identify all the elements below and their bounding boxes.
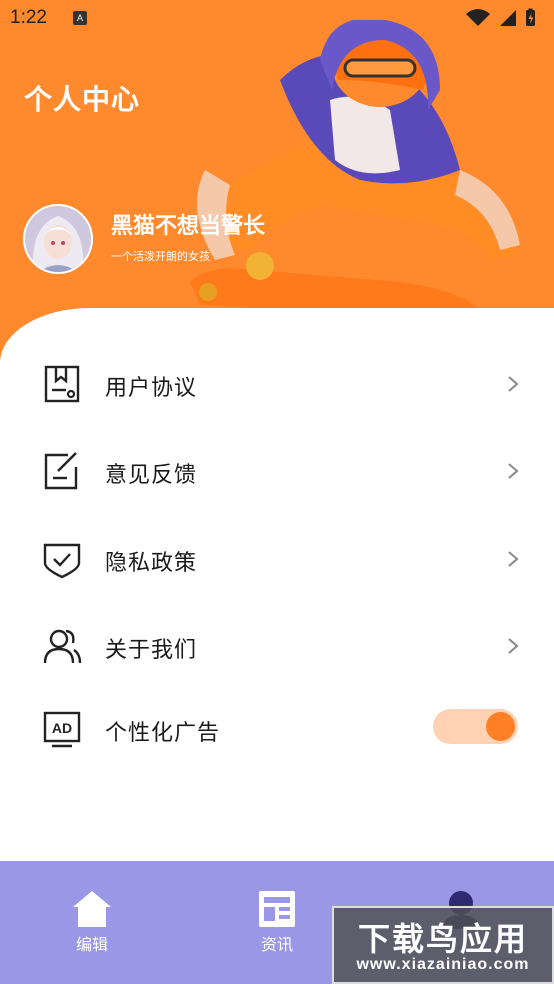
users-icon — [43, 629, 82, 664]
news-icon — [259, 891, 295, 927]
chevron-right-icon — [508, 376, 519, 392]
ad-icon: AD — [43, 711, 81, 748]
status-icons — [466, 8, 535, 26]
chevron-right-icon — [508, 551, 519, 567]
wifi-icon — [466, 9, 490, 26]
nav-label-edit: 编辑 — [75, 935, 108, 954]
menu-item-privacy-policy[interactable]: 隐私政策 — [0, 527, 554, 591]
notification-icon: A — [73, 11, 87, 25]
avatar[interactable] — [23, 204, 93, 274]
document-icon — [44, 365, 80, 403]
nav-item-news[interactable]: 资讯 — [212, 861, 342, 984]
chevron-right-icon — [508, 638, 519, 654]
toggle-knob — [486, 712, 515, 741]
page-title: 个人中心 — [24, 83, 141, 116]
menu-item-user-agreement[interactable]: 用户协议 — [0, 352, 554, 416]
menu-label-user-agreement: 用户协议 — [105, 376, 198, 401]
chevron-right-icon — [508, 463, 519, 479]
home-icon — [73, 891, 111, 927]
menu-item-about-us[interactable]: 关于我们 — [0, 614, 554, 678]
watermark-url: www.xiazainiao.com — [356, 956, 530, 973]
watermark: 下载鸟应用 www.xiazainiao.com — [332, 906, 554, 984]
settings-panel: 用户协议 意见反馈 隐私政策 关于我们 AD 个性化广告 — [0, 308, 554, 861]
nav-label-news: 资讯 — [260, 935, 293, 954]
menu-item-feedback[interactable]: 意见反馈 — [0, 439, 554, 503]
username: 黑猫不想当警长 — [111, 214, 266, 239]
user-bio: 一个活泼开朗的女孩 — [111, 250, 210, 263]
svg-text:AD: AD — [52, 720, 72, 736]
personalized-ads-toggle[interactable] — [433, 709, 518, 744]
watermark-title: 下载鸟应用 — [357, 920, 528, 958]
status-bar: 1:22 A — [0, 0, 554, 36]
shield-check-icon — [43, 543, 81, 579]
menu-label-personalized-ads: 个性化广告 — [105, 721, 221, 746]
menu-label-privacy-policy: 隐私政策 — [105, 551, 198, 576]
menu-label-about-us: 关于我们 — [105, 638, 198, 663]
profile-header: 个人中心 黑猫不想当警长 一个活泼开朗的女孩 — [0, 0, 554, 360]
status-time: 1:22 — [10, 7, 47, 28]
nav-item-edit[interactable]: 编辑 — [27, 861, 157, 984]
menu-label-feedback: 意见反馈 — [105, 463, 198, 488]
menu-item-personalized-ads: AD 个性化广告 — [0, 697, 554, 761]
hero-illustration — [190, 20, 520, 320]
edit-note-icon — [44, 452, 78, 490]
signal-icon — [500, 10, 516, 26]
avatar-portrait — [25, 206, 91, 272]
